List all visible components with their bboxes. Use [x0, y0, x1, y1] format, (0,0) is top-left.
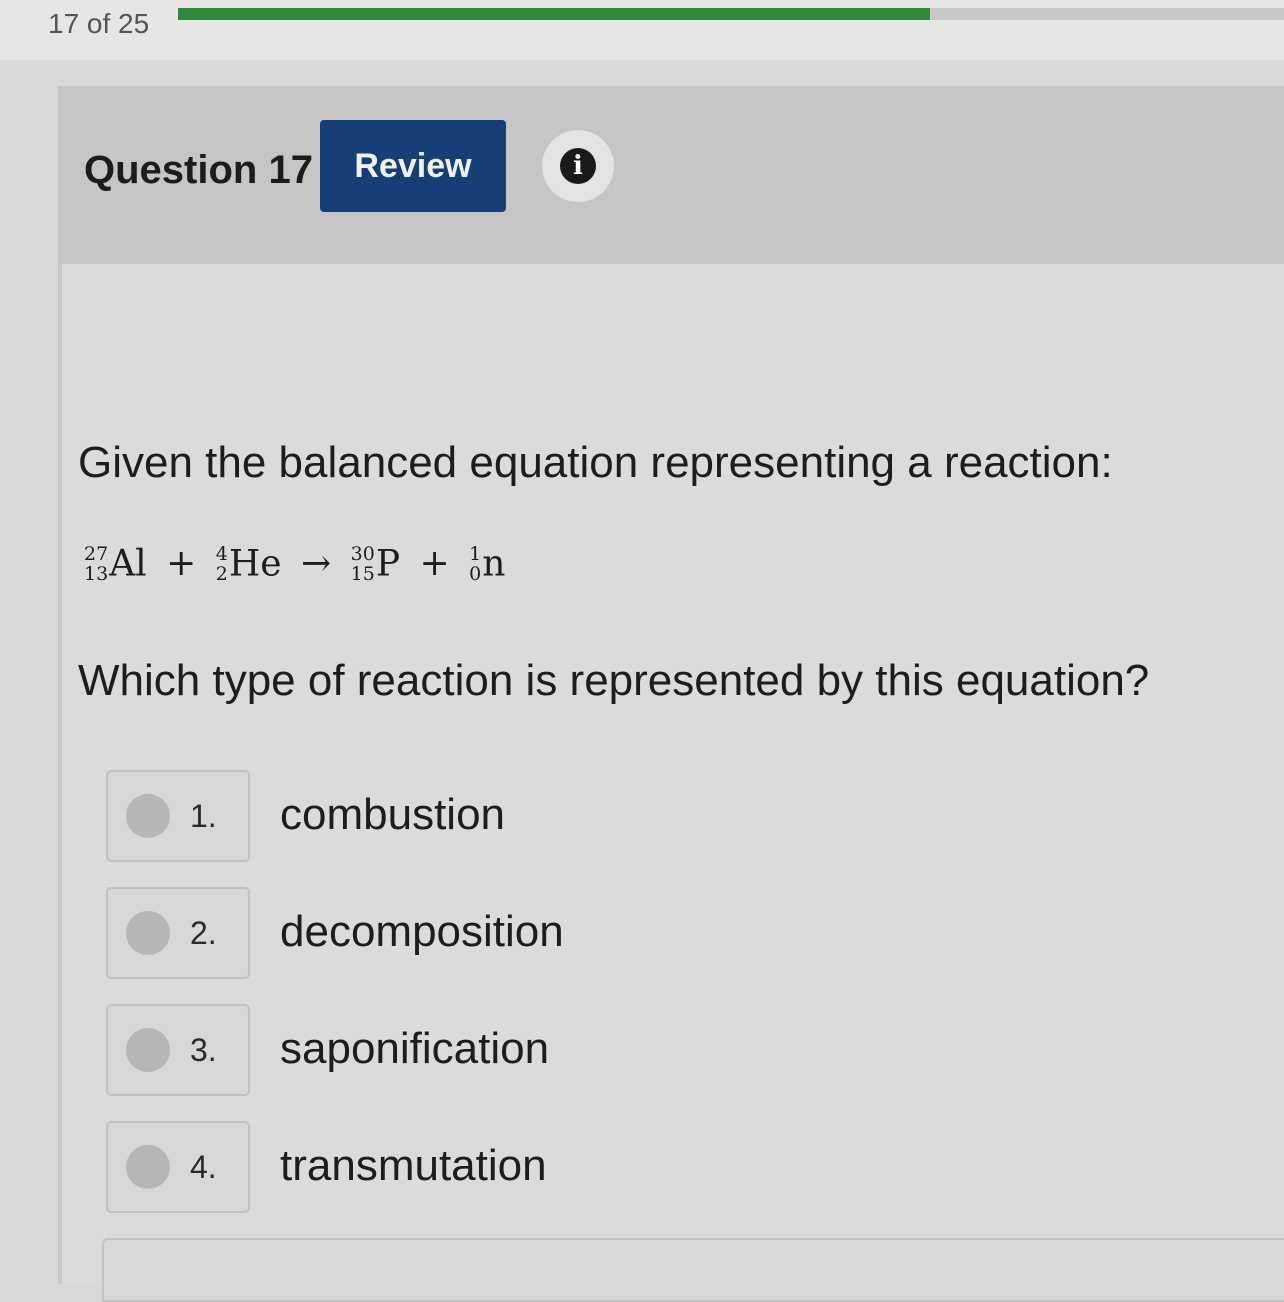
question-text: Which type of reaction is represented by…	[78, 656, 1150, 705]
radio-button[interactable]	[126, 1028, 170, 1072]
aluminum-nuclide: 27 13 Al	[84, 541, 147, 585]
choice-label[interactable]: decomposition	[280, 907, 564, 957]
choice-label[interactable]: transmutation	[280, 1141, 547, 1191]
neutron-nuclide: 10n	[469, 541, 505, 585]
choice-label[interactable]: saponification	[280, 1024, 549, 1074]
plus-sign: +	[419, 542, 450, 584]
neutron-atomic-number: 0	[469, 563, 482, 586]
choice-box[interactable]: 1.	[106, 770, 250, 862]
question-number: Question 17	[84, 148, 313, 192]
choice-box[interactable]: 4.	[106, 1121, 250, 1213]
helium-mass-number: 4	[215, 543, 228, 566]
answer-choice-3[interactable]: 3. saponification	[106, 1004, 1206, 1096]
choice-label[interactable]: combustion	[280, 790, 505, 840]
progress-header: 17 of 25	[0, 0, 1284, 60]
reaction-arrow-icon: →	[301, 542, 332, 584]
choice-number: 2.	[190, 915, 217, 951]
progress-bar-fill	[178, 8, 931, 20]
info-button[interactable]: i	[542, 130, 614, 202]
neutron-mass-number: 1	[469, 543, 482, 566]
question-body: Given the balanced equation representing…	[62, 264, 1284, 1302]
info-icon: i	[560, 148, 596, 184]
phosphorus-mass-number: 30	[350, 543, 375, 566]
answer-choice-1[interactable]: 1. combustion	[106, 770, 1206, 862]
radio-button[interactable]	[126, 1145, 170, 1189]
aluminum-atomic-number: 13	[84, 563, 109, 586]
progress-counter: 17 of 25	[48, 8, 150, 39]
phosphorus-atomic-number: 15	[350, 563, 375, 586]
plus-sign: +	[166, 542, 197, 584]
radio-button[interactable]	[126, 794, 170, 838]
choice-box[interactable]: 2.	[106, 887, 250, 979]
neutron-symbol: n	[482, 543, 506, 585]
nuclear-equation: 27 13 Al + 4 2 He → 30 15 P + 10n	[84, 540, 505, 585]
aluminum-mass-number: 27	[84, 543, 109, 566]
choice-number: 1.	[190, 798, 217, 834]
answer-choice-4[interactable]: 4. transmutation	[106, 1121, 1206, 1213]
progress-bar	[178, 8, 1284, 20]
question-header: Question 17 Review i	[58, 86, 1284, 264]
aluminum-symbol: Al	[109, 543, 147, 585]
radio-button[interactable]	[126, 911, 170, 955]
question-prompt: Given the balanced equation representing…	[78, 438, 1113, 487]
answer-choice-2[interactable]: 2. decomposition	[106, 887, 1206, 979]
helium-nuclide: 4 2 He	[216, 541, 282, 585]
choice-number: 4.	[190, 1149, 217, 1185]
review-button[interactable]: Review	[320, 120, 506, 212]
phosphorus-symbol: P	[375, 543, 401, 585]
next-section-box	[102, 1238, 1284, 1302]
choice-box[interactable]: 3.	[106, 1004, 250, 1096]
helium-symbol: He	[228, 543, 282, 585]
choice-number: 3.	[190, 1032, 217, 1068]
question-card: Question 17 Review i Given the balanced …	[58, 86, 1284, 1302]
helium-atomic-number: 2	[215, 563, 228, 586]
phosphorus-nuclide: 30 15 P	[351, 541, 400, 585]
